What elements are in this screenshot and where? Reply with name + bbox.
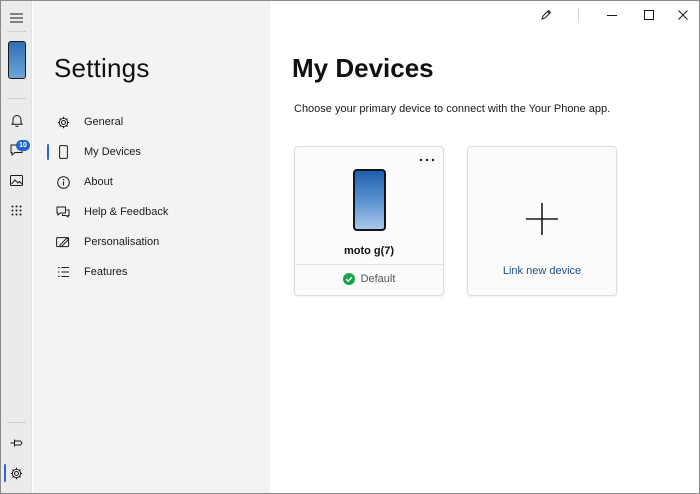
compose-button[interactable] [529,1,563,29]
rail-divider [7,98,26,99]
nav-label: Help & Feedback [84,206,169,218]
hamburger-icon [10,13,23,23]
nav-selected-indicator [47,144,49,160]
nav-item-help-feedback[interactable]: Help & Feedback [47,197,257,227]
nav-label: About [84,176,113,188]
photos-button[interactable] [1,165,32,195]
notifications-button[interactable] [1,105,32,135]
settings-title: Settings [54,53,150,83]
nav-item-my-devices[interactable]: My Devices [47,137,257,167]
nav-label: General [84,116,124,128]
settings-rail-button[interactable] [1,458,32,488]
more-icon [419,158,435,162]
photo-icon [10,174,23,186]
default-label: Default [360,273,396,285]
page-title: My Devices [292,53,434,83]
rail-divider [7,422,26,423]
nav-item-general[interactable]: General [47,107,257,137]
left-rail: 10 [1,1,32,493]
plus-icon [526,203,558,235]
settings-panel: Settings General My Devices About Help &… [33,1,270,493]
dialpad-icon [11,205,22,215]
help-chat-icon [55,204,71,220]
list-icon [55,264,71,280]
gear-icon [55,114,71,130]
paint-icon [55,234,71,250]
pen-icon [541,9,552,20]
close-icon [678,10,688,20]
minimize-icon [607,15,617,16]
device-phone-image [353,169,386,231]
phone-icon [55,144,71,160]
device-name: moto g(7) [343,245,395,257]
pin-icon [10,439,23,447]
app-window: 10 Settings General My Devices About Hel… [0,0,700,494]
phone-thumbnail-button[interactable] [8,41,26,79]
apps-button[interactable] [1,195,32,225]
pin-button[interactable] [1,428,32,458]
check-circle-icon [342,273,355,285]
info-icon [55,174,71,190]
link-new-device-card[interactable]: Link new device [467,146,617,296]
minimize-button[interactable] [595,1,629,29]
more-options-button[interactable] [417,153,437,167]
device-card[interactable]: moto g(7) Default [294,146,444,296]
hamburger-menu-button[interactable] [1,3,32,33]
settings-nav: General My Devices About Help & Feedback… [47,107,257,287]
link-new-device-label: Link new device [502,265,582,277]
messages-count-badge: 10 [16,140,30,151]
maximize-button[interactable] [632,1,666,29]
nav-label: Features [84,266,128,278]
main-content: My Devices Choose your primary device to… [271,29,699,493]
nav-label: My Devices [84,146,141,158]
nav-label: Personalisation [84,236,160,248]
nav-item-personalisation[interactable]: Personalisation [47,227,257,257]
default-status: Default [295,273,443,285]
maximize-icon [644,10,654,20]
rail-divider [7,31,26,32]
card-divider [295,264,443,265]
page-subtitle: Choose your primary device to connect wi… [294,103,611,115]
close-button[interactable] [666,1,699,29]
bell-icon [10,114,23,127]
title-bar [271,1,699,29]
gear-icon [10,467,23,479]
nav-item-features[interactable]: Features [47,257,257,287]
nav-item-about[interactable]: About [47,167,257,197]
title-bar-divider [578,8,579,21]
